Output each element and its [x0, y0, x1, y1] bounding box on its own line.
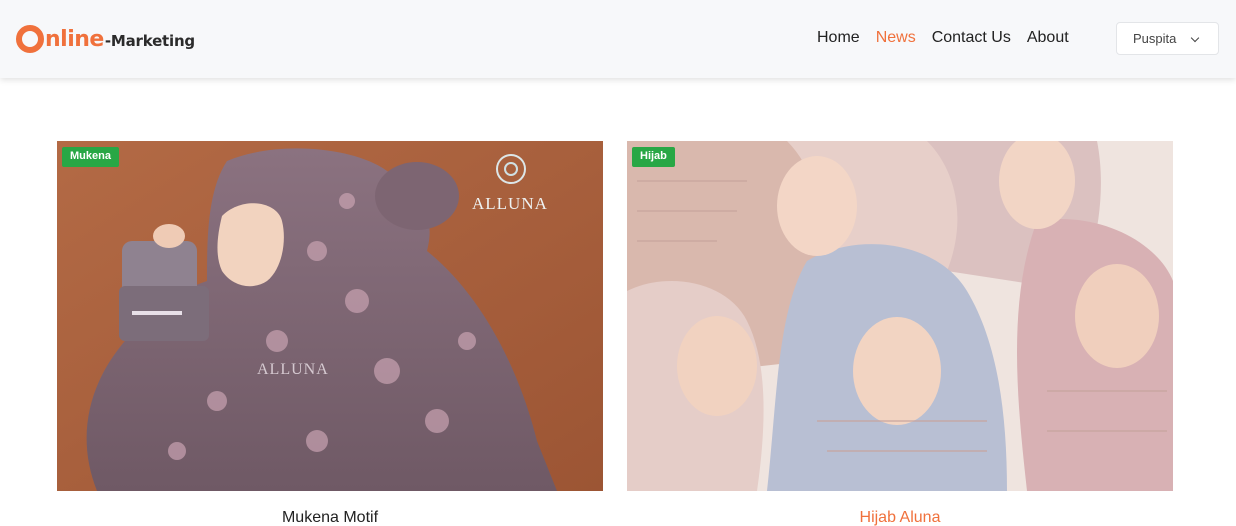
nav-home-link[interactable]: Home [817, 28, 860, 48]
post-title[interactable]: Hijab Aluna [627, 508, 1173, 526]
post-image-mukena[interactable]: ALLUNA ALLUNA Mukena [57, 141, 603, 491]
mukena-photo: ALLUNA ALLUNA [57, 141, 603, 491]
chevron-down-icon [1190, 33, 1200, 43]
nav-news-link[interactable]: News [876, 28, 916, 48]
brand-suffix: -Marketing [104, 32, 195, 50]
svg-text:ALLUNA: ALLUNA [472, 194, 548, 213]
brand-name: nline [45, 26, 104, 52]
hijab-photo [627, 141, 1173, 491]
nav-contact-link[interactable]: Contact Us [932, 28, 1011, 48]
post-card-hijab[interactable]: Hijab Hijab Aluna [627, 141, 1173, 526]
user-menu-dropdown[interactable]: Puspita [1116, 22, 1219, 55]
post-title[interactable]: Mukena Motif [57, 508, 603, 526]
svg-text:ALLUNA: ALLUNA [257, 361, 329, 378]
logo-o-ring-icon [16, 25, 44, 53]
post-image-hijab[interactable]: Hijab [627, 141, 1173, 491]
post-card-mukena[interactable]: ALLUNA ALLUNA Mukena Mukena Motif [57, 141, 603, 526]
top-navbar: nline -Marketing Home News Contact Us Ab… [0, 0, 1236, 78]
user-name: Puspita [1133, 31, 1177, 46]
category-badge[interactable]: Hijab [632, 147, 675, 167]
nav-about-link[interactable]: About [1027, 28, 1069, 48]
category-badge[interactable]: Mukena [62, 147, 119, 167]
main-nav: Home News Contact Us About [817, 28, 1085, 48]
brand-logo[interactable]: nline -Marketing [16, 23, 195, 55]
